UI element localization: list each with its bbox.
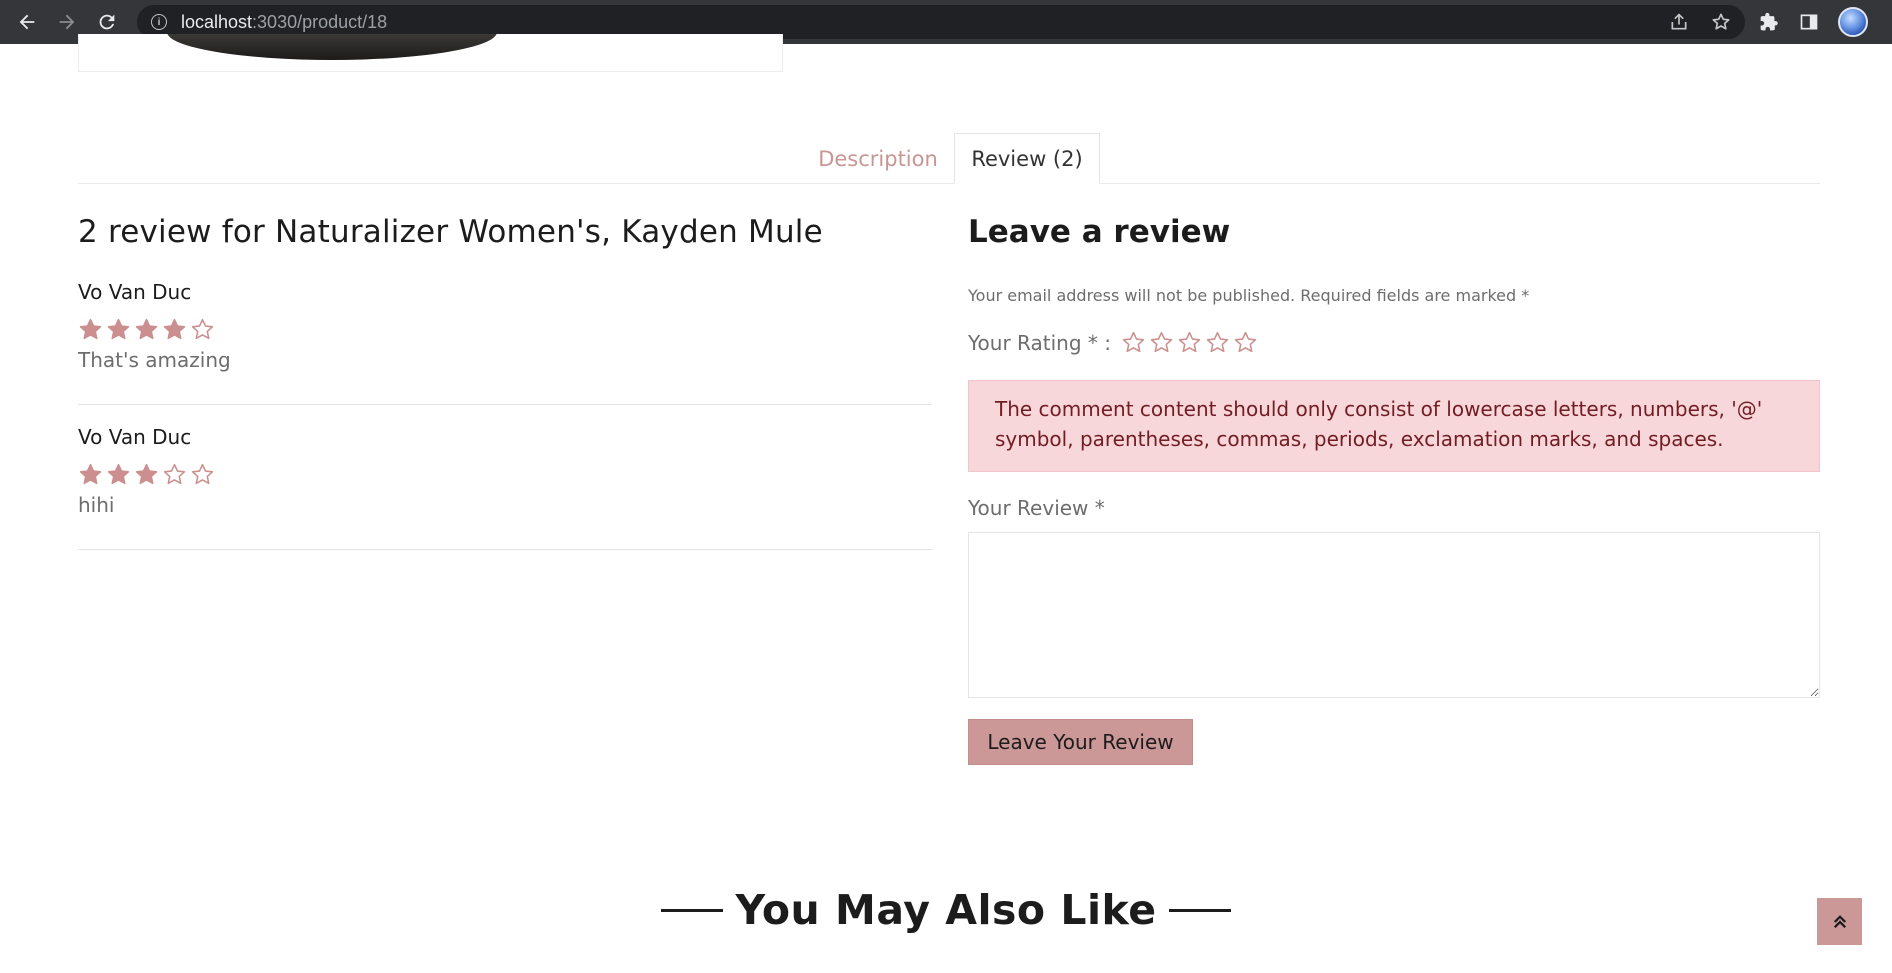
arrow-left-icon: [19, 14, 35, 30]
puzzle-icon[interactable]: [1758, 11, 1780, 33]
review-author: Vo Van Duc: [78, 425, 192, 449]
star-filled-icon: [163, 318, 186, 340]
rating-input[interactable]: [1121, 330, 1258, 355]
review-field-label: Your Review *: [968, 496, 1105, 520]
rating-label: Your Rating * :: [968, 330, 1111, 355]
review-author: Vo Van Duc: [78, 280, 192, 304]
star-filled-icon: [135, 463, 158, 485]
product-image-frame: [78, 34, 783, 72]
rating-star-3[interactable]: [1177, 330, 1202, 355]
related-products-header: You May Also Like: [0, 886, 1892, 934]
star-outline-icon[interactable]: [1711, 12, 1731, 32]
url-path: :3030/product/18: [252, 11, 388, 32]
rating-star-4[interactable]: [1205, 330, 1230, 355]
heading-rule-left: [661, 908, 724, 912]
leave-review-heading: Leave a review: [968, 214, 1231, 250]
rating-star-2[interactable]: [1149, 330, 1174, 355]
star-filled-icon: [107, 463, 130, 485]
review-text: That's amazing: [78, 348, 231, 372]
review-stars: [78, 317, 215, 342]
star-filled-icon: [135, 318, 158, 340]
star-filled-icon: [79, 318, 102, 340]
star-empty-icon: [191, 318, 214, 340]
review-stars: [78, 462, 215, 487]
related-products-heading: You May Also Like: [735, 886, 1157, 934]
share-icon[interactable]: [1669, 12, 1689, 32]
arrow-right-icon: [59, 14, 75, 30]
star-empty-icon: [191, 463, 214, 485]
reviews-heading: 2 review for Naturalizer Women's, Kayden…: [78, 214, 823, 250]
profile-avatar[interactable]: [1838, 7, 1868, 37]
star-filled-icon: [79, 463, 102, 485]
rating-star-1[interactable]: [1121, 330, 1146, 355]
review-text: hihi: [78, 493, 115, 517]
review-textarea[interactable]: [968, 532, 1820, 698]
star-filled-icon: [107, 318, 130, 340]
info-icon[interactable]: i: [151, 14, 167, 30]
review-item: Vo Van Duc hihi: [78, 425, 932, 550]
tab-description[interactable]: Description: [804, 133, 952, 184]
url-text[interactable]: localhost:3030/product/18: [181, 12, 387, 33]
rating-row: Your Rating * :: [968, 330, 1258, 355]
back-button[interactable]: [11, 6, 43, 38]
reload-icon: [99, 14, 115, 30]
star-empty-icon: [163, 463, 186, 485]
review-item: Vo Van Duc That's amazing: [78, 280, 932, 405]
product-image: [167, 34, 497, 60]
double-chevron-up-icon: [1833, 914, 1846, 928]
error-alert: The comment content should only consist …: [968, 380, 1820, 472]
product-page: Description Review (2) 2 review for Natu…: [0, 34, 1892, 973]
heading-rule-right: [1168, 908, 1231, 912]
scroll-to-top-button[interactable]: [1817, 898, 1862, 945]
rating-star-5[interactable]: [1233, 330, 1258, 355]
required-fields-notice: Your email address will not be published…: [968, 286, 1530, 305]
side-panel-icon[interactable]: [1798, 11, 1820, 33]
url-host: localhost: [181, 11, 253, 32]
leave-review-button[interactable]: Leave Your Review: [968, 719, 1193, 765]
tab-review[interactable]: Review (2): [954, 133, 1100, 184]
